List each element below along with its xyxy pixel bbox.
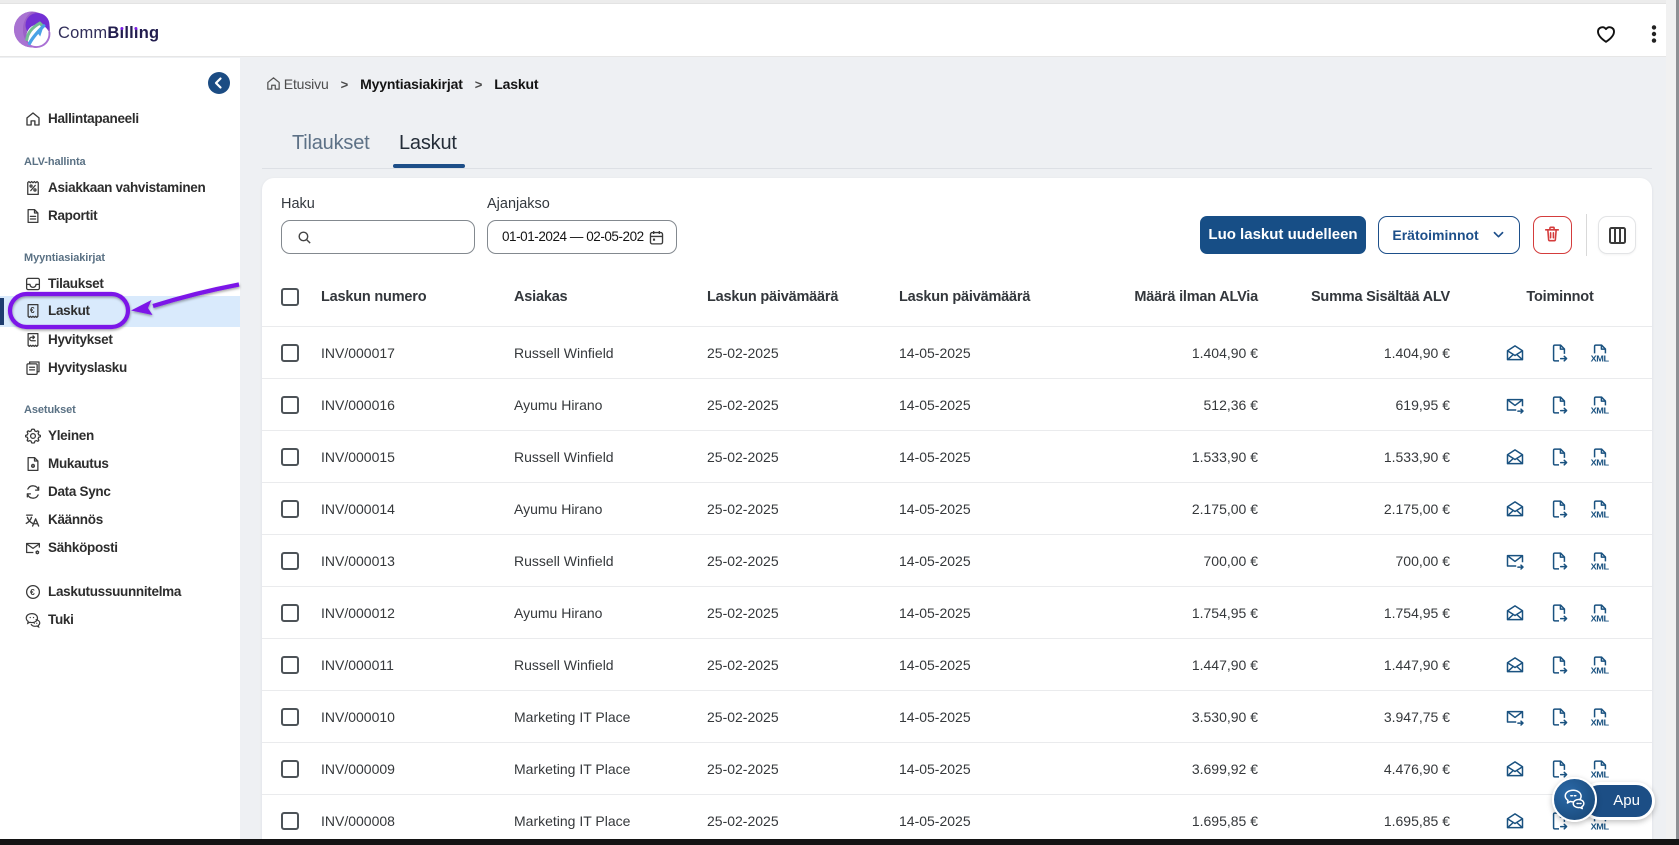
svg-text:€: € bbox=[30, 587, 35, 597]
